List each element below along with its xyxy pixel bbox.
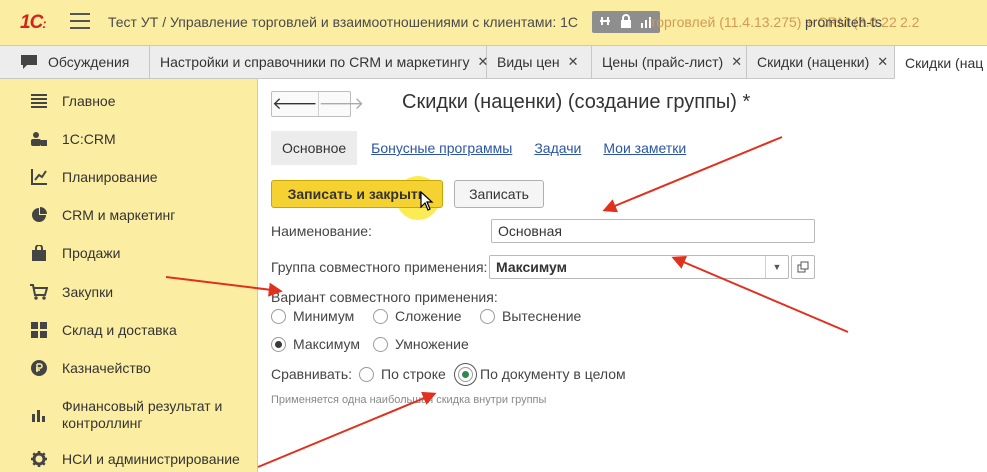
sidebar-item-financial-result[interactable]: Финансовый результат и контроллинг <box>0 397 258 433</box>
sidebar-item-treasury[interactable]: Казначейство <box>0 358 258 378</box>
radio-by-line[interactable]: По строке <box>359 366 446 382</box>
main-menu-icon[interactable] <box>70 13 90 31</box>
compare-label: Сравнивать: <box>271 366 353 382</box>
radio-maximum[interactable]: Максимум <box>271 336 360 352</box>
radio-circle[interactable] <box>373 336 388 352</box>
form-title: Скидки (наценки) (создание группы) * <box>402 91 751 113</box>
sidebar-item-crm[interactable]: 1С:CRM <box>0 129 258 149</box>
group-label: Группа совместного применения: <box>271 259 488 275</box>
sidebar-item-label: НСИ и администрирование <box>62 450 240 467</box>
warehouse-grid-icon <box>30 321 48 339</box>
open-icon[interactable] <box>791 255 815 279</box>
radio-circle[interactable] <box>373 308 388 324</box>
tab-price-list[interactable]: Цены (прайс-лист) ✕ <box>592 46 747 78</box>
form-subtabs: Основное Бонусные программы Задачи Мои з… <box>271 131 708 165</box>
sidebar-item-label: Планирование <box>62 168 158 185</box>
app-logo[interactable]: 1С: <box>20 12 47 34</box>
save-and-close-button[interactable]: Записать и закрыть <box>271 180 443 208</box>
tab-label: Скидки (наценки) <box>757 54 870 70</box>
save-button[interactable]: Записать <box>454 180 544 208</box>
sidebar-item-label: Продажи <box>62 244 121 261</box>
sidebar-item-planning[interactable]: Планирование <box>0 167 258 187</box>
tab-my-notes[interactable]: Мои заметки <box>603 140 686 156</box>
crm-people-icon <box>30 130 48 148</box>
close-icon[interactable]: ✕ <box>731 54 742 70</box>
radio-circle-selected[interactable] <box>454 362 477 386</box>
history-nav: 🡐 🡒 <box>271 91 364 117</box>
user-name[interactable]: promsiteh-ts <box>805 14 882 30</box>
tab-main[interactable]: Основное <box>271 131 358 165</box>
tab-label: Скидки (нац <box>905 54 984 71</box>
pie-chart-icon <box>30 206 48 224</box>
sidebar-item-label: 1С:CRM <box>62 130 116 147</box>
sections-panel: Главное 1С:CRM Планирование CRM и маркет… <box>0 79 258 472</box>
sidebar-item-warehouse[interactable]: Склад и доставка <box>0 320 258 340</box>
sidebar-item-label: Финансовый результат и контроллинг <box>62 398 223 431</box>
tab-discussions[interactable]: Обсуждения <box>10 46 150 78</box>
lock-icon[interactable] <box>620 13 632 31</box>
planning-chart-icon <box>30 168 48 186</box>
mouse-cursor-icon <box>420 191 434 211</box>
tab-bonus-programs[interactable]: Бонусные программы <box>371 140 512 156</box>
sidebar-item-purchases[interactable]: Закупки <box>0 282 258 302</box>
name-label: Наименование: <box>271 223 372 239</box>
chat-icon <box>21 55 37 69</box>
title-bar: 1С: Тест УТ / Управление торговлей и вза… <box>0 0 987 46</box>
radio-displacement[interactable]: Вытеснение <box>480 308 581 324</box>
tab-label: Виды цен <box>497 54 560 70</box>
name-input[interactable]: Основная <box>491 219 815 243</box>
gear-icon <box>30 450 48 468</box>
tab-crm-settings[interactable]: Настройки и справочники по CRM и маркети… <box>150 46 488 78</box>
tab-label: Настройки и справочники по CRM и маркети… <box>160 54 470 70</box>
sidebar-item-main[interactable]: Главное <box>0 91 258 111</box>
radio-by-document[interactable]: По документу в целом <box>454 362 626 386</box>
tab-discounts-new-group[interactable]: Скидки (нац <box>895 46 987 79</box>
radio-circle-selected[interactable] <box>271 336 286 352</box>
bar-chart-icon <box>30 406 48 424</box>
back-arrow-icon[interactable]: 🡐 <box>272 92 318 116</box>
app-title: Тест УТ / Управление торговлей и взаимоо… <box>108 14 579 30</box>
tab-discounts[interactable]: Скидки (наценки) ✕ <box>747 46 895 78</box>
open-windows-bar: Обсуждения Настройки и справочники по CR… <box>0 46 987 79</box>
ruble-coin-icon <box>30 359 48 377</box>
sidebar-item-label: Казначейство <box>62 359 151 376</box>
close-icon[interactable]: ✕ <box>877 54 888 70</box>
sidebar-item-sales[interactable]: Продажи <box>0 243 258 263</box>
bag-icon <box>30 244 48 262</box>
sidebar-item-crm-marketing[interactable]: CRM и маркетинг <box>0 205 258 225</box>
sidebar-item-label: Закупки <box>62 283 114 300</box>
sidebar-item-label: CRM и маркетинг <box>62 206 176 223</box>
tab-price-types[interactable]: Виды цен ✕ <box>487 46 592 78</box>
chevron-down-icon[interactable]: ▼ <box>765 256 788 278</box>
variant-label: Вариант совместного применения: <box>271 289 498 305</box>
user-tail: 2.2 <box>900 14 920 30</box>
radio-addition[interactable]: Сложение <box>373 308 462 324</box>
radio-circle[interactable] <box>271 308 286 324</box>
pin-icon[interactable] <box>598 14 612 31</box>
hint-text: Применяется одна наибольшая скидка внутр… <box>271 394 547 406</box>
radio-minimum[interactable]: Минимум <box>271 308 354 324</box>
radio-circle[interactable] <box>359 366 374 382</box>
tab-label: Цены (прайс-лист) <box>602 54 724 70</box>
form-area: 🡐 🡒 Скидки (наценки) (создание группы) *… <box>258 79 973 472</box>
tab-tasks[interactable]: Задачи <box>534 140 581 156</box>
close-icon[interactable]: ✕ <box>568 54 579 70</box>
group-select[interactable]: Максимум ▼ <box>489 255 789 279</box>
radio-multiplication[interactable]: Умножение <box>373 336 469 352</box>
menu-icon <box>30 92 48 110</box>
cart-icon <box>30 283 48 301</box>
tab-label: Обсуждения <box>48 54 130 70</box>
sidebar-item-label: Склад и доставка <box>62 321 177 338</box>
radio-circle[interactable] <box>480 308 495 324</box>
sidebar-item-label: Главное <box>62 92 116 109</box>
forward-arrow-icon[interactable]: 🡒 <box>317 92 364 116</box>
sidebar-item-admin[interactable]: НСИ и администрирование <box>0 449 258 469</box>
